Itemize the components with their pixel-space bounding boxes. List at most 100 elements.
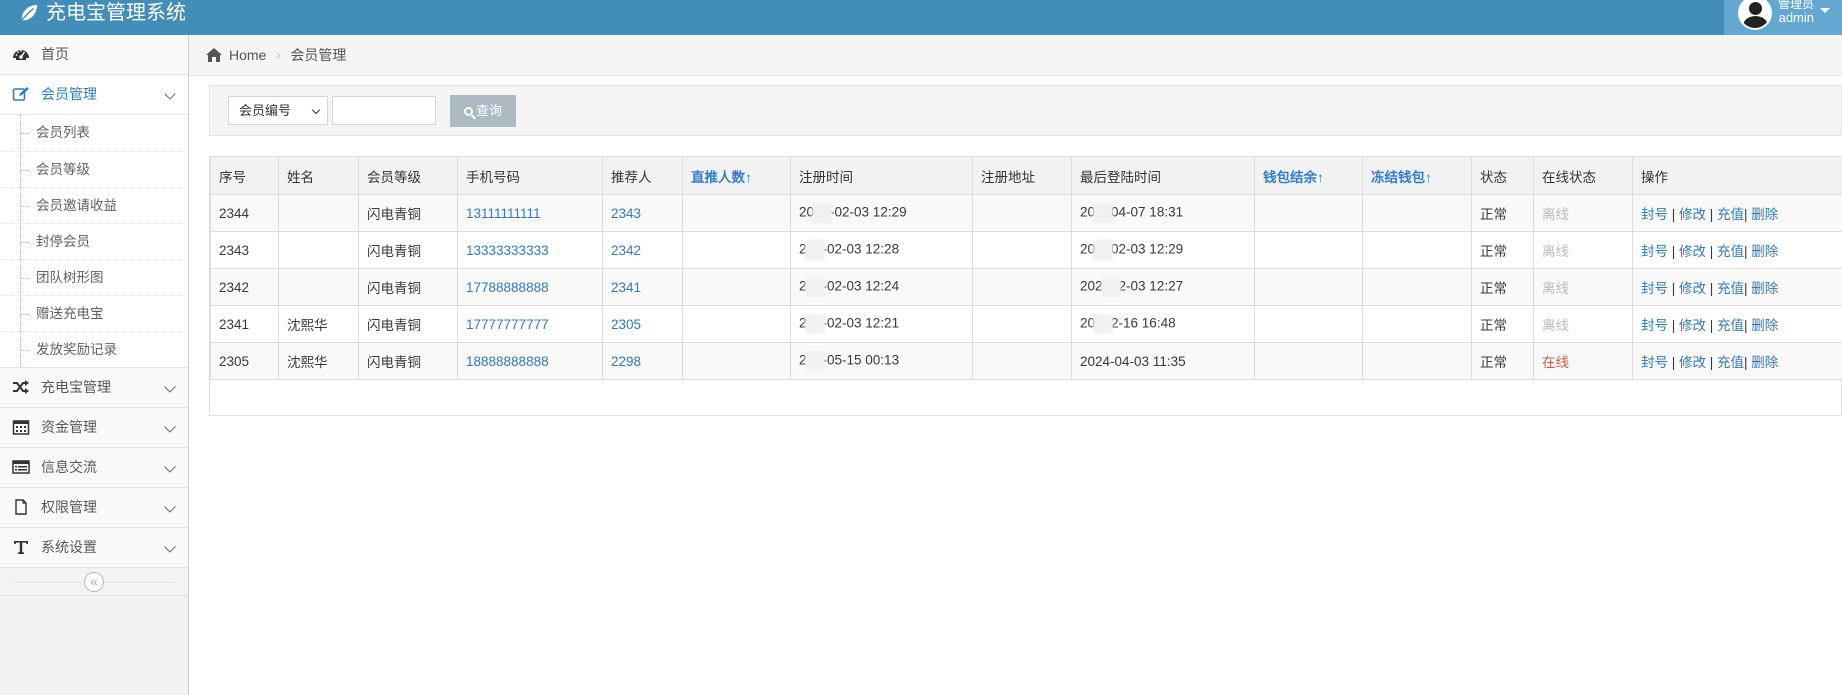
cell-referrer-link[interactable]: 2298: [602, 342, 683, 380]
sidebar-item-settings[interactable]: 系统设置: [0, 528, 188, 568]
recharge-link[interactable]: 充值: [1717, 281, 1744, 296]
search-field-select[interactable]: 会员编号: [228, 96, 328, 125]
delete-link[interactable]: 删除: [1751, 207, 1778, 222]
cell-name: [278, 268, 359, 306]
col-header-status: 状态: [1471, 156, 1534, 195]
cell-referrer-link[interactable]: 2305: [602, 305, 683, 343]
sidebar-item-messages[interactable]: 信息交流: [0, 448, 188, 488]
user-menu[interactable]: 管理员 admin: [1724, 0, 1842, 35]
sidebar-item-home[interactable]: 首页: [0, 35, 188, 75]
cell-referrer-link[interactable]: 2342: [602, 231, 683, 269]
delete-link[interactable]: 删除: [1751, 355, 1778, 370]
sidebar-item-label: 充电宝管理: [41, 379, 111, 395]
edit-link[interactable]: 修改: [1679, 281, 1706, 296]
ban-link[interactable]: 封号: [1641, 318, 1668, 333]
redaction-blur: [1093, 314, 1114, 334]
cell-level: 闪电青铜: [358, 305, 458, 343]
search-button[interactable]: 查询: [450, 95, 516, 127]
search-input[interactable]: [332, 96, 436, 125]
sidebar-item-members[interactable]: 会员管理: [0, 75, 188, 115]
table-row: 2305 沈熙华 闪电青铜 18888888888 2298 2 -05-15 00:13 2…: [210, 342, 1842, 380]
cell-actions: 封号 | 修改 | 充值| 删除: [1632, 231, 1842, 269]
register-time-suffix: -02-03 12:29: [830, 204, 907, 220]
cell-phone-link[interactable]: 17777777777: [457, 305, 603, 343]
edit-link[interactable]: 修改: [1679, 318, 1706, 333]
caret-down-icon: [1820, 8, 1831, 13]
cell-phone-link[interactable]: 13333333333: [457, 231, 603, 269]
delete-link[interactable]: 删除: [1751, 244, 1778, 259]
cell-frozen-wallet: [1362, 268, 1472, 306]
submenu-member-level[interactable]: 会员等级: [0, 151, 188, 187]
last-login-suffix: 04-07 18:31: [1111, 204, 1184, 220]
submenu-gift-powerbank[interactable]: 赠送充电宝: [0, 295, 188, 331]
col-header-direct-referrals[interactable]: 直推人数↑: [682, 156, 791, 195]
cell-referrer-link[interactable]: 2341: [602, 268, 683, 306]
cell-id: 2343: [210, 231, 279, 269]
cell-direct-referrals: [682, 231, 791, 269]
delete-link[interactable]: 删除: [1751, 281, 1778, 296]
delete-link[interactable]: 删除: [1751, 318, 1778, 333]
cell-referrer-link[interactable]: 2343: [602, 194, 683, 232]
recharge-link[interactable]: 充值: [1717, 355, 1744, 370]
recharge-link[interactable]: 充值: [1717, 318, 1744, 333]
cell-wallet-balance: [1254, 268, 1363, 306]
cell-last-login: 20 2-16 16:48: [1071, 305, 1255, 343]
recharge-link[interactable]: 充值: [1717, 207, 1744, 222]
table-row: 2344 闪电青铜 13111111111 2343 20 -02-03 12:29 20 0…: [210, 194, 1842, 232]
chevron-down-icon: [311, 105, 321, 115]
redaction-blur: [804, 351, 825, 371]
cell-phone-link[interactable]: 17788888888: [457, 268, 603, 306]
cell-register-address: [972, 231, 1072, 269]
submenu-invite-earnings[interactable]: 会员邀请收益: [0, 187, 188, 223]
ban-link[interactable]: 封号: [1641, 355, 1668, 370]
submenu-reward-records[interactable]: 发放奖励记录: [0, 331, 188, 367]
cell-name: 沈熙华: [278, 305, 359, 343]
recharge-link[interactable]: 充值: [1717, 244, 1744, 259]
col-header-frozen-wallet[interactable]: 冻结钱包↑: [1362, 156, 1472, 195]
edit-link[interactable]: 修改: [1679, 244, 1706, 259]
col-header-name: 姓名: [278, 156, 359, 195]
cell-last-login: 2024-04-03 11:35: [1071, 342, 1255, 380]
ban-link[interactable]: 封号: [1641, 281, 1668, 296]
col-header-wallet-balance[interactable]: 钱包结余↑: [1254, 156, 1363, 195]
register-time-suffix: -02-03 12:21: [822, 315, 900, 331]
last-login-suffix: 02-03 12:29: [1111, 241, 1184, 257]
chevron-down-icon: [164, 461, 176, 473]
sidebar-item-finance[interactable]: 资金管理: [0, 408, 188, 448]
breadcrumb-home-link[interactable]: Home: [229, 35, 266, 76]
edit-link[interactable]: 修改: [1679, 355, 1706, 370]
submenu-banned-members[interactable]: 封停会员: [0, 223, 188, 259]
sidebar-collapse-bar: «: [0, 568, 188, 596]
redaction-blur: [804, 314, 825, 334]
app-brand[interactable]: 充电宝管理系统: [18, 0, 186, 26]
sidebar-item-permissions[interactable]: 权限管理: [0, 488, 188, 528]
col-header-referrer: 推荐人: [602, 156, 683, 195]
col-header-level: 会员等级: [358, 156, 458, 195]
cell-status: 正常: [1471, 231, 1534, 269]
ban-link[interactable]: 封号: [1641, 207, 1668, 222]
redaction-blur: [1100, 277, 1121, 297]
sidebar-item-label: 权限管理: [41, 499, 97, 515]
cell-register-time: 2 -02-03 12:28: [790, 231, 973, 269]
sidebar-item-powerbank[interactable]: 充电宝管理: [0, 368, 188, 408]
col-header-phone: 手机号码: [457, 156, 603, 195]
cell-direct-referrals: [682, 342, 791, 380]
ban-link[interactable]: 封号: [1641, 244, 1668, 259]
cell-online-status: 离线: [1533, 231, 1633, 269]
sidebar-item-label: 系统设置: [41, 539, 97, 555]
cell-wallet-balance: [1254, 194, 1363, 232]
cell-phone-link[interactable]: 18888888888: [457, 342, 603, 380]
cell-online-status: 离线: [1533, 268, 1633, 306]
cell-phone-link[interactable]: 13111111111: [457, 194, 603, 232]
register-time-suffix: -02-03 12:28: [822, 241, 900, 257]
cell-wallet-balance: [1254, 231, 1363, 269]
edit-link[interactable]: 修改: [1679, 207, 1706, 222]
cell-level: 闪电青铜: [358, 342, 458, 380]
cell-register-address: [972, 268, 1072, 306]
collapse-sidebar-button[interactable]: «: [84, 572, 104, 592]
col-header-id: 序号: [210, 156, 279, 195]
cell-actions: 封号 | 修改 | 充值| 删除: [1632, 305, 1842, 343]
submenu-team-tree[interactable]: 团队树形图: [0, 259, 188, 295]
submenu-member-list[interactable]: 会员列表: [0, 115, 188, 151]
cell-register-time: 20 -02-03 12:29: [790, 194, 973, 232]
